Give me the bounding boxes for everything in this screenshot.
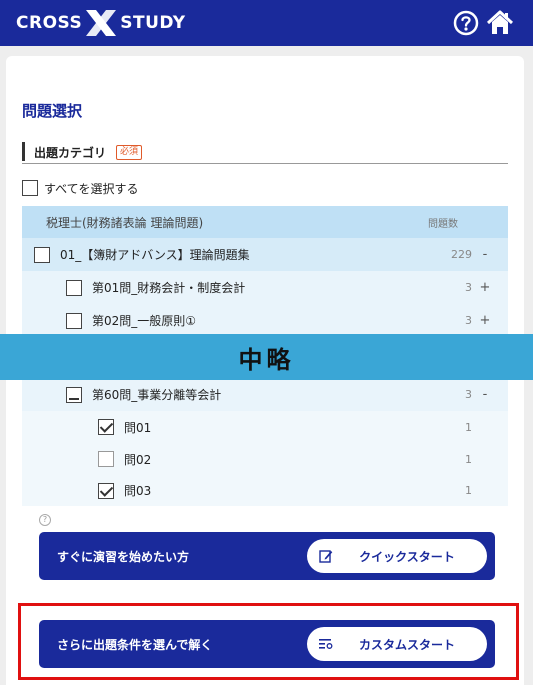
logo-x-mark [83, 9, 119, 37]
question-row[interactable]: 問02 1 [22, 443, 508, 475]
quick-start-panel: すぐに演習を始めたい方 クイックスタート [39, 532, 495, 580]
required-badge: 必須 [116, 145, 143, 160]
child-count: 3 [465, 281, 472, 294]
category-row-parent[interactable]: 01_【簿財アドバンス】理論問題集 229 - [22, 238, 508, 271]
home-icon[interactable] [486, 9, 514, 37]
crossstudy-logo[interactable]: CROSS STUDY [16, 9, 186, 37]
parent-count: 229 [451, 248, 472, 261]
child-checkbox[interactable] [66, 312, 82, 329]
select-all-option[interactable]: すべてを選択する [22, 178, 138, 198]
category-row-child[interactable]: 第02問_一般原則① 3 + [22, 304, 508, 337]
logo-text-left: CROSS [16, 13, 83, 33]
expand-toggle[interactable]: + [478, 313, 492, 328]
category-row-child[interactable]: 第60問_事業分離等会計 3 - [22, 378, 508, 411]
question-row[interactable]: 問01 1 [22, 411, 508, 443]
omitted-section-band: 中略 [0, 334, 533, 380]
logo-text-right: STUDY [120, 13, 186, 33]
quick-start-description: すぐに演習を始めたい方 [57, 550, 190, 564]
question-count: 1 [465, 484, 472, 497]
small-help-icon[interactable]: ? [39, 514, 51, 526]
child-count: 3 [465, 314, 472, 327]
child-count: 3 [465, 388, 472, 401]
quick-start-label: クイックスタート [359, 550, 455, 564]
table-header: 税理士(財務諸表論 理論問題) 問題数 [22, 206, 508, 238]
parent-checkbox[interactable] [34, 246, 50, 263]
question-circle-icon[interactable] [452, 9, 480, 37]
select-all-checkbox[interactable] [22, 180, 38, 196]
collapse-toggle[interactable]: - [478, 387, 492, 402]
page-title: 問題選択 [22, 102, 83, 120]
select-all-label: すべてを選択する [44, 181, 139, 196]
child-checkbox-partial[interactable] [66, 386, 82, 403]
question-checkbox[interactable] [98, 419, 114, 435]
question-count: 1 [465, 452, 472, 466]
question-checkbox[interactable] [98, 482, 114, 499]
category-section-header: 出題カテゴリ 必須 [22, 140, 508, 164]
app-header: CROSS STUDY [0, 0, 533, 46]
question-count: 1 [465, 420, 472, 434]
question-row[interactable]: 問03 1 [22, 475, 508, 506]
child-checkbox[interactable] [66, 279, 82, 296]
table-header-count: 問題数 [428, 219, 458, 230]
question-checkbox[interactable] [98, 451, 114, 467]
quick-start-button[interactable]: クイックスタート [307, 539, 487, 573]
section-label: 出題カテゴリ [34, 146, 107, 160]
custom-start-highlight-box [18, 603, 519, 680]
section-accent-bar [22, 142, 25, 161]
collapse-toggle[interactable]: - [478, 247, 492, 262]
category-row-child[interactable]: 第01問_財務会計・制度会計 3 + [22, 271, 508, 304]
expand-toggle[interactable]: + [478, 280, 492, 295]
